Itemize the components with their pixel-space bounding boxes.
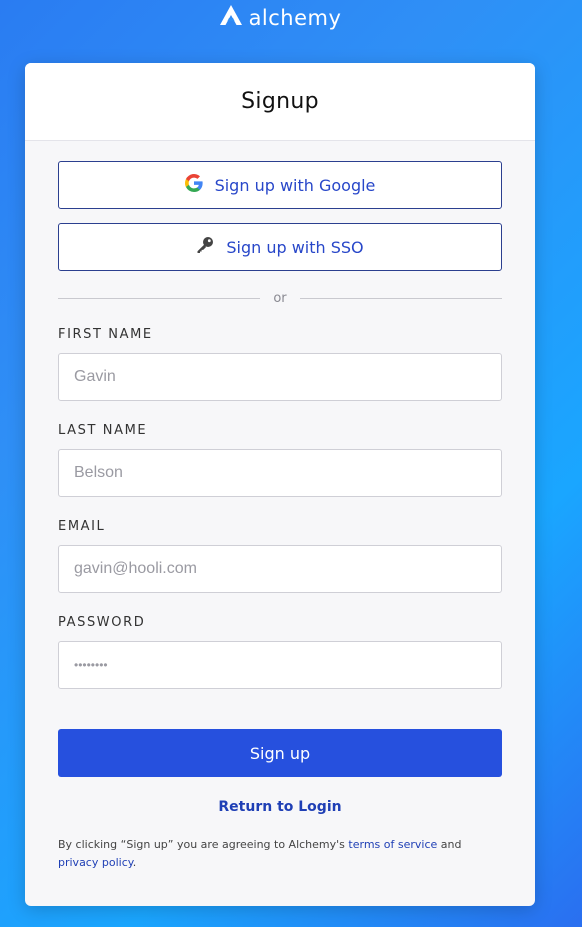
- card-header: Signup: [25, 63, 535, 141]
- or-divider: or: [58, 290, 502, 306]
- signup-form: Sign up with Google Sign up with SSO or …: [25, 141, 535, 872]
- terms-suffix: .: [132, 856, 137, 869]
- email-field[interactable]: [58, 545, 502, 593]
- return-to-login-link[interactable]: Return to Login: [58, 799, 502, 816]
- signup-button[interactable]: Sign up: [58, 729, 502, 777]
- page-title: Signup: [241, 89, 319, 114]
- sso-signup-button[interactable]: Sign up with SSO: [58, 223, 502, 271]
- last-name-field[interactable]: [58, 449, 502, 497]
- divider-text: or: [273, 290, 287, 306]
- divider-line-right: [299, 297, 502, 299]
- password-label: PASSWORD: [58, 615, 146, 630]
- terms-of-service-link[interactable]: terms of service: [348, 838, 437, 851]
- first-name-field[interactable]: [58, 353, 502, 401]
- terms-middle: and: [437, 838, 462, 851]
- brand-name: alchemy: [248, 5, 342, 30]
- terms-notice: By clicking “Sign up” you are agreeing t…: [58, 836, 502, 872]
- alchemy-logo-icon: [219, 4, 243, 31]
- google-icon: [184, 174, 203, 196]
- google-signup-label: Sign up with Google: [214, 175, 376, 195]
- first-name-label: FIRST NAME: [58, 327, 153, 342]
- email-label: EMAIL: [58, 519, 106, 534]
- divider-line-left: [58, 297, 261, 299]
- signup-card: Signup Sign up with Google Sign up with …: [25, 63, 535, 906]
- sso-signup-label: Sign up with SSO: [226, 237, 364, 257]
- last-name-label: LAST NAME: [58, 423, 148, 438]
- terms-prefix: By clicking “Sign up” you are agreeing t…: [58, 838, 349, 851]
- key-icon: [196, 236, 214, 258]
- brand-logo: alchemy: [0, 4, 560, 31]
- google-signup-button[interactable]: Sign up with Google: [58, 161, 502, 209]
- privacy-policy-link[interactable]: privacy policy: [58, 856, 133, 869]
- password-field[interactable]: [58, 641, 502, 689]
